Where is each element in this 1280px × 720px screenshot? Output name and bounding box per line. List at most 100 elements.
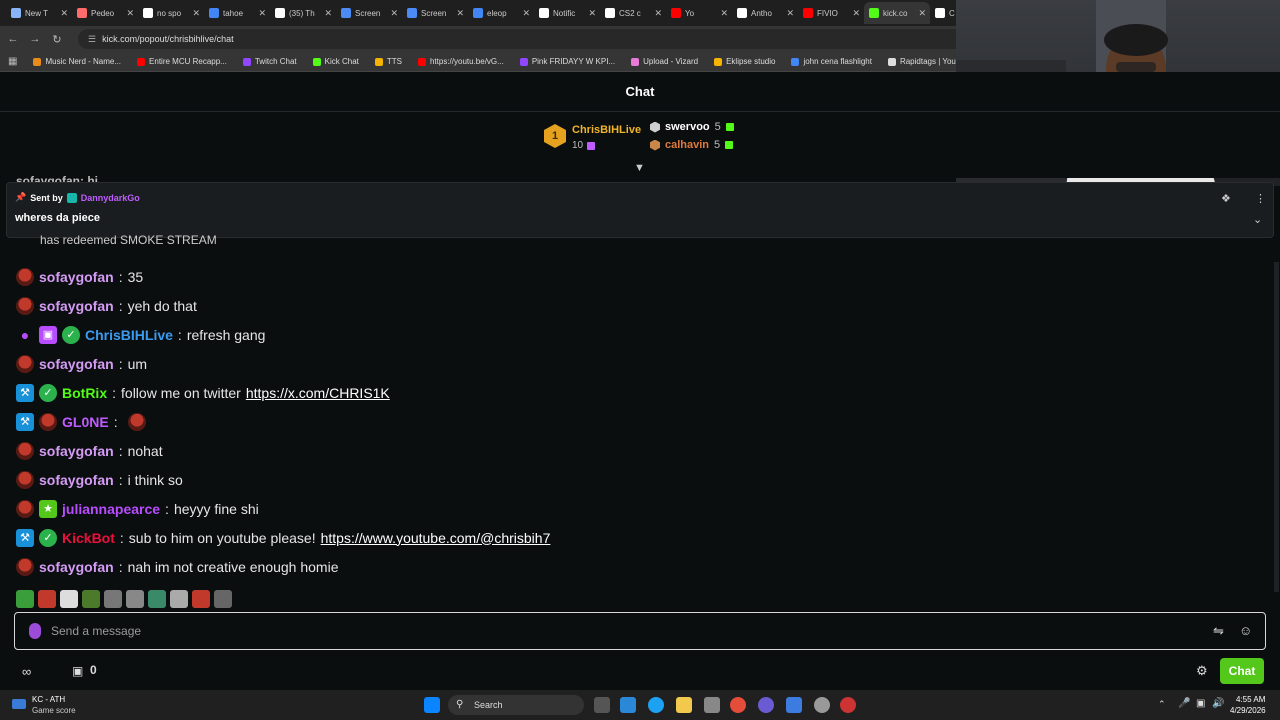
- send-chat-button[interactable]: Chat: [1220, 658, 1264, 684]
- chat-username[interactable]: sofaygofan: [39, 356, 114, 372]
- emote-icon[interactable]: [82, 590, 100, 608]
- app-icon[interactable]: [840, 697, 856, 713]
- obs-icon[interactable]: [814, 697, 830, 713]
- close-tab-icon[interactable]: ✕: [456, 8, 464, 19]
- store-icon[interactable]: [704, 697, 720, 713]
- close-tab-icon[interactable]: ✕: [720, 8, 728, 19]
- browser-tab[interactable]: no spo ✕: [138, 2, 204, 24]
- taskbar-search[interactable]: ⚲ Search: [448, 695, 584, 715]
- browser-tab[interactable]: Screen ✕: [402, 2, 468, 24]
- bookmark-item[interactable]: john cena flashlight: [791, 57, 872, 66]
- file-explorer-icon[interactable]: [676, 697, 692, 713]
- discord-icon[interactable]: [758, 697, 774, 713]
- browser-tab[interactable]: Pedeo ✕: [72, 2, 138, 24]
- chat-username[interactable]: sofaygofan: [39, 559, 114, 575]
- mic-tray-icon[interactable]: 🎤: [1178, 698, 1190, 709]
- forward-icon[interactable]: →: [28, 33, 42, 45]
- emote-icon[interactable]: [126, 590, 144, 608]
- infinity-points-icon[interactable]: ∞: [22, 664, 31, 679]
- close-tab-icon[interactable]: ✕: [192, 8, 200, 19]
- settings-gear-icon[interactable]: ⚙: [1196, 663, 1208, 679]
- mic-icon[interactable]: [29, 623, 41, 639]
- chrome-icon[interactable]: [730, 697, 746, 713]
- emote-icon[interactable]: [38, 590, 56, 608]
- bookmark-item[interactable]: Entire MCU Recapp...: [137, 57, 227, 66]
- chat-username[interactable]: sofaygofan: [39, 269, 114, 285]
- close-tab-icon[interactable]: ✕: [852, 8, 860, 19]
- unpin-icon[interactable]: ❖: [1221, 192, 1231, 205]
- close-tab-icon[interactable]: ✕: [588, 8, 596, 19]
- chat-message-input[interactable]: [51, 624, 1151, 638]
- emote-icon[interactable]: [192, 590, 210, 608]
- chat-username[interactable]: juliannapearce: [62, 501, 160, 517]
- browser-tab[interactable]: (35) Th ✕: [270, 2, 336, 24]
- url-field[interactable]: ☰ kick.com/popout/chrisbihlive/chat: [78, 29, 978, 49]
- edge-icon[interactable]: [648, 697, 664, 713]
- leader-third[interactable]: calhavin 5: [650, 139, 734, 151]
- emote-icon[interactable]: [104, 590, 122, 608]
- task-view-icon[interactable]: [594, 697, 610, 713]
- bookmark-item[interactable]: TTS: [374, 57, 402, 66]
- clock-date[interactable]: 4/29/2026: [1230, 706, 1266, 715]
- more-options-icon[interactable]: ⋮: [1255, 192, 1266, 205]
- close-tab-icon[interactable]: ✕: [522, 8, 530, 19]
- chat-username[interactable]: sofaygofan: [39, 472, 114, 488]
- browser-tab[interactable]: eleop ✕: [468, 2, 534, 24]
- windows-start-icon[interactable]: [424, 697, 440, 713]
- notepad-icon[interactable]: [786, 697, 802, 713]
- close-tab-icon[interactable]: ✕: [918, 8, 926, 19]
- chat-username[interactable]: sofaygofan: [39, 298, 114, 314]
- chevron-down-icon[interactable]: ⌄: [1253, 213, 1262, 226]
- browser-tab[interactable]: Yo ✕: [666, 2, 732, 24]
- tray-chevron-icon[interactable]: ⌃: [1158, 699, 1166, 710]
- expand-down-icon[interactable]: ▼: [634, 162, 645, 174]
- browser-tab[interactable]: Notific ✕: [534, 2, 600, 24]
- clock-time[interactable]: 4:55 AM: [1236, 695, 1265, 704]
- chat-link[interactable]: https://www.youtube.com/@chrisbih7: [321, 530, 551, 546]
- bookmark-item[interactable]: Eklipse studio: [714, 57, 775, 66]
- gift-box-icon[interactable]: ▣: [72, 664, 83, 678]
- bookmark-item[interactable]: https://youtu.be/vG...: [417, 57, 504, 66]
- bookmark-item[interactable]: Pink FRIDAYY W KPI...: [519, 57, 615, 66]
- emote-icon[interactable]: [60, 590, 78, 608]
- chat-link[interactable]: https://x.com/CHRIS1K: [246, 385, 390, 401]
- emote-icon[interactable]: [214, 590, 232, 608]
- browser-tab[interactable]: Screen ✕: [336, 2, 402, 24]
- emoji-icon[interactable]: ☺: [1239, 623, 1252, 638]
- close-tab-icon[interactable]: ✕: [258, 8, 266, 19]
- browser-tab[interactable]: Antho ✕: [732, 2, 798, 24]
- chat-username[interactable]: ChrisBIHLive: [85, 327, 173, 343]
- site-info-icon[interactable]: ☰: [88, 34, 96, 45]
- pinned-sender-name[interactable]: DannydarkGo: [81, 193, 140, 203]
- emote-icon[interactable]: [148, 590, 166, 608]
- close-tab-icon[interactable]: ✕: [390, 8, 398, 19]
- bookmark-item[interactable]: Kick Chat: [312, 57, 359, 66]
- reload-icon[interactable]: ↻: [50, 33, 64, 46]
- emote-icon[interactable]: [16, 590, 34, 608]
- back-icon[interactable]: ←: [6, 33, 20, 45]
- close-tab-icon[interactable]: ✕: [654, 8, 662, 19]
- bookmark-item[interactable]: Music Nerd - Name...: [33, 57, 121, 66]
- close-tab-icon[interactable]: ✕: [60, 8, 68, 19]
- widget-title[interactable]: KC - ATH: [32, 695, 65, 704]
- browser-tab[interactable]: kick.co ✕: [864, 2, 930, 24]
- browser-tab[interactable]: FIVIO ✕: [798, 2, 864, 24]
- close-tab-icon[interactable]: ✕: [126, 8, 134, 19]
- browser-tab[interactable]: tahoe ✕: [204, 2, 270, 24]
- chat-scrollbar[interactable]: [1274, 262, 1279, 592]
- network-icon[interactable]: ▣: [1196, 698, 1205, 709]
- close-tab-icon[interactable]: ✕: [324, 8, 332, 19]
- chat-username[interactable]: GL0NE: [62, 414, 109, 430]
- close-tab-icon[interactable]: ✕: [786, 8, 794, 19]
- bookmark-item[interactable]: Twitch Chat: [242, 57, 297, 66]
- bookmark-item[interactable]: Upload - Vizard: [631, 57, 698, 66]
- apps-grid-icon[interactable]: ▦: [8, 56, 17, 67]
- chat-username[interactable]: KickBot: [62, 530, 115, 546]
- chat-username[interactable]: sofaygofan: [39, 443, 114, 459]
- translate-icon[interactable]: ⇋: [1213, 623, 1224, 639]
- emote-icon[interactable]: [170, 590, 188, 608]
- leader-first[interactable]: 1 ChrisBIHLive 10: [544, 124, 641, 151]
- browser-tab[interactable]: New T ✕: [6, 2, 72, 24]
- browser-tab[interactable]: CS2 c ✕: [600, 2, 666, 24]
- chat-username[interactable]: BotRix: [62, 385, 107, 401]
